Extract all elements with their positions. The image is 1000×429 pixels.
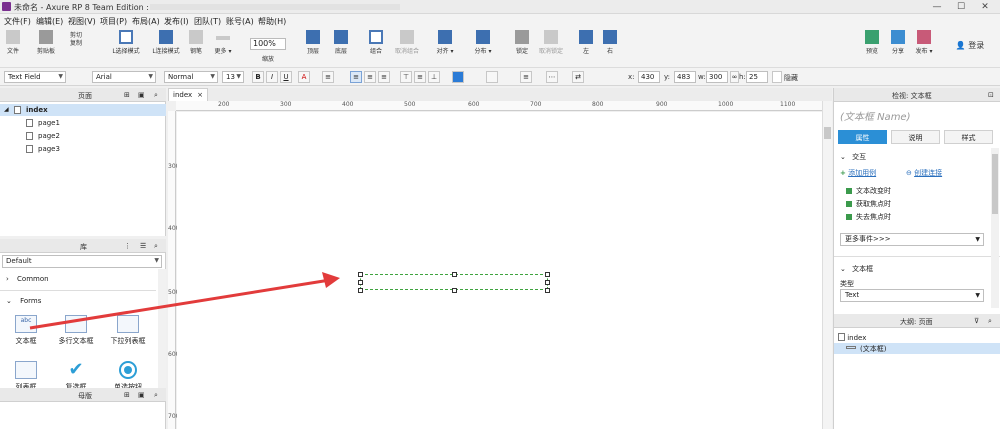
outline-root[interactable]: index (838, 332, 866, 342)
inspector-header: 检视: 文本框 ⊡ (834, 88, 1000, 102)
textfield-icon (846, 346, 856, 349)
chevron-down-icon: ▼ (975, 236, 980, 243)
filter-icon[interactable]: ⊽ (974, 317, 979, 325)
inspector-panel: 检视: 文本框 ⊡ (文本框 Name) 属性 说明 样式 ⌄ 交互 + 添加用… (833, 88, 1000, 429)
widget-name-input[interactable]: (文本框 Name) (840, 108, 910, 123)
chevron-down-icon: ⌄ (840, 153, 846, 161)
create-link-link[interactable]: ⊖ 创建连接 (906, 168, 942, 178)
outline-item-textfield[interactable]: (文本框) (834, 343, 1000, 354)
link-icon: ⊖ (906, 169, 912, 177)
event-icon (846, 214, 852, 220)
chevron-down-icon: ▼ (975, 292, 980, 299)
outline-title: 大纲: 页面 (900, 318, 933, 326)
tab-properties[interactable]: 属性 (838, 130, 887, 144)
inspector-title: 检视: 文本框 (892, 92, 932, 100)
more-events-select[interactable]: 更多事件>>> ▼ (840, 233, 984, 246)
event-blur[interactable]: 失去焦点时 (846, 212, 891, 222)
outline-header: 大纲: 页面 ⊽ ⌕ (834, 314, 1000, 328)
tab-notes[interactable]: 说明 (891, 130, 940, 144)
dock-icon[interactable]: ⊡ (988, 91, 994, 99)
event-icon (846, 188, 852, 194)
plus-icon: + (840, 169, 846, 177)
page-icon (838, 333, 845, 341)
textfield-section[interactable]: ⌄ 文本框 (840, 264, 873, 274)
event-focus[interactable]: 获取焦点时 (846, 199, 891, 209)
event-text-change[interactable]: 文本改变时 (846, 186, 891, 196)
chevron-down-icon: ⌄ (840, 265, 846, 273)
search-icon[interactable]: ⌕ (988, 317, 992, 326)
add-case-link[interactable]: + 添加用例 (840, 168, 876, 178)
inspector-scrollbar[interactable] (991, 148, 999, 308)
interaction-section[interactable]: ⌄ 交互 (840, 152, 866, 162)
tab-style[interactable]: 样式 (944, 130, 993, 144)
type-select[interactable]: Text ▼ (840, 289, 984, 302)
event-icon (846, 201, 852, 207)
type-label: 类型 (840, 280, 854, 288)
